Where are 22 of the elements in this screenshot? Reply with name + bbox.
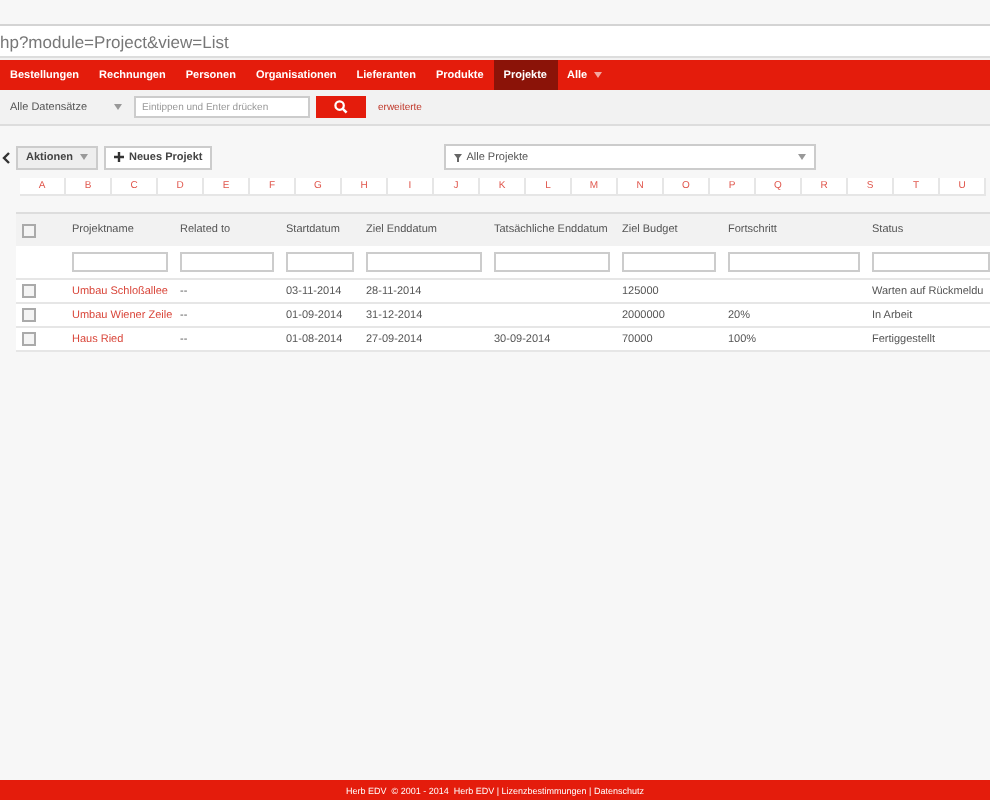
filter-icon (454, 153, 463, 161)
checkbox[interactable] (22, 223, 36, 237)
filter-field[interactable] (366, 252, 482, 272)
filter-field[interactable] (72, 252, 168, 272)
url-text: hp?module=Project&view=List (0, 31, 229, 51)
search-icon (334, 100, 348, 114)
filter-field[interactable] (872, 252, 990, 272)
filter-field[interactable] (180, 252, 274, 272)
checkbox[interactable] (22, 284, 36, 298)
search-button[interactable] (316, 96, 366, 118)
checkbox[interactable] (22, 332, 36, 346)
filter-field[interactable] (286, 252, 354, 272)
filter-field[interactable] (494, 252, 610, 272)
filter-field[interactable] (728, 252, 860, 272)
caret-icon (114, 104, 122, 110)
filter-field[interactable] (622, 252, 716, 272)
collapse-icon[interactable] (2, 151, 10, 163)
caret-icon (798, 154, 807, 160)
caret-icon (79, 154, 88, 160)
plus-icon (113, 152, 124, 162)
address-bar[interactable]: hp?module=Project&view=List (0, 26, 990, 58)
checkbox[interactable] (22, 308, 36, 322)
